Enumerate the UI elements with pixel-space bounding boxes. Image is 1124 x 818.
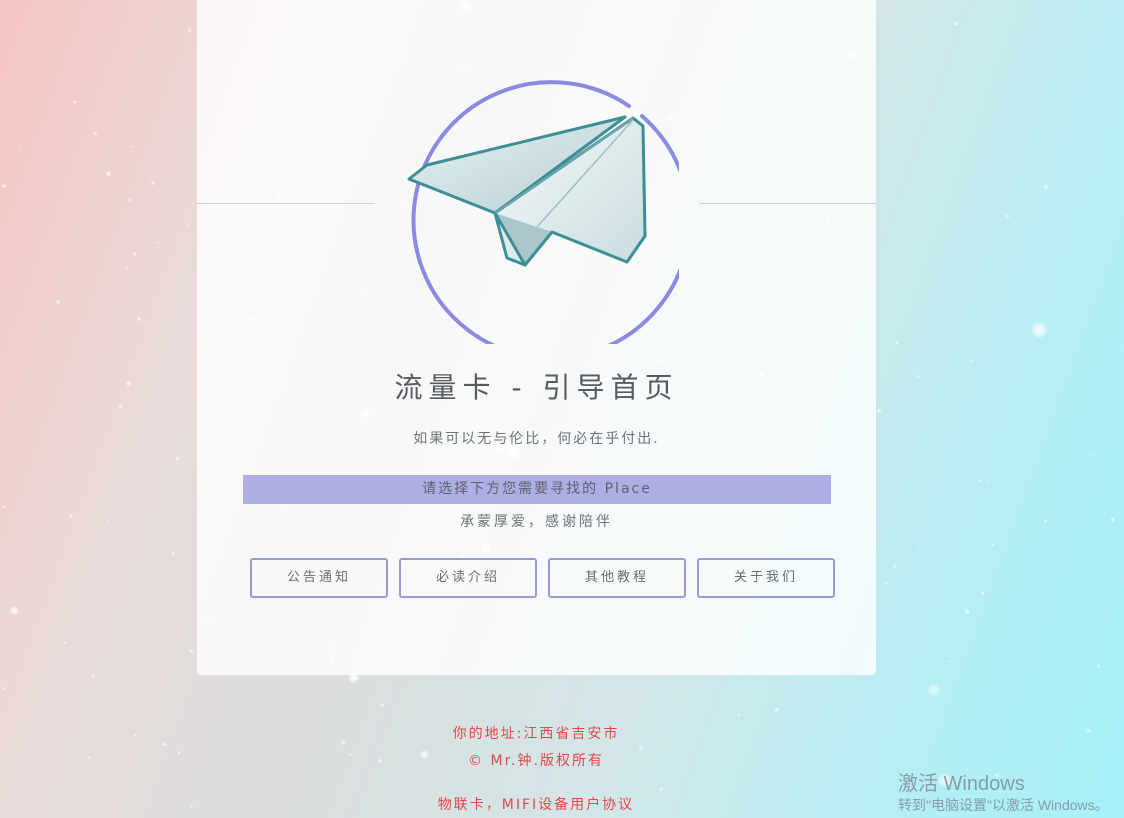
page-subtitle: 如果可以无与伦比，何必在乎付出. [413,431,660,447]
snowflake [117,403,124,409]
snowflake [1044,519,1048,523]
snowflake [127,197,132,202]
guide-card: 流量卡 - 引导首页 如果可以无与伦比，何必在乎付出. 请选择下方您需要寻找的 … [197,0,876,675]
snowflake [1030,321,1049,339]
snowflake [990,542,995,547]
must-read-button[interactable]: 必读介绍 [399,558,537,598]
snowflake [175,455,181,461]
snowflake [9,605,20,616]
snowflake [186,27,193,34]
divider-right [699,203,876,204]
snowflake [2,504,7,509]
snowflake [1043,184,1049,190]
snowflake [895,340,900,345]
snowflake [150,180,156,186]
snowflake [1,183,7,189]
snowflake [1,687,5,690]
snowflake [980,591,985,596]
nav-buttons: 公告通知 必读介绍 其他教程 关于我们 [250,558,835,598]
snowflake [105,170,112,177]
snowflake [90,672,97,679]
snowflake [916,546,920,549]
snowflake [1092,452,1095,456]
tutorials-button[interactable]: 其他教程 [548,558,686,598]
snowflake [170,551,176,557]
snowflake [25,184,28,187]
snowflake [948,659,952,663]
snowflake [954,21,960,27]
snowflake [68,513,74,519]
snowflake [63,641,67,645]
snowflake [130,145,134,148]
windows-activation-title: 激活 Windows [898,773,1025,795]
snowflake [379,703,385,708]
snowflake [969,358,973,363]
snowflake [72,100,77,105]
about-us-button[interactable]: 关于我们 [697,558,835,598]
snowflake [156,241,159,245]
snowflake [1085,728,1091,734]
snowflake [125,266,129,271]
snowflake [773,706,780,713]
snowflake [876,408,883,414]
snowflake [916,374,920,379]
snowflake [137,317,142,322]
snowflake [125,380,133,387]
snowflake [186,224,190,227]
snowflake [106,520,109,522]
prompt-banner: 请选择下方您需要寻找的 Place [243,475,831,504]
snowflake [188,648,194,654]
footer-address: 你的地址:江西省吉安市 [452,726,620,742]
snowflake [1110,517,1115,522]
windows-activation-hint: 转到"电脑设置"以激活 Windows。 [898,797,1109,813]
snowflake [132,251,138,257]
snowflake [737,713,741,717]
snowflake [986,480,990,484]
snowflake [885,582,888,585]
snowflake [93,131,98,136]
snowflake [964,608,971,615]
snowflake [892,563,898,570]
page-title: 流量卡 - 引导首页 [394,371,679,404]
snowflake [926,682,941,697]
snowflake [1096,664,1101,668]
announcement-button[interactable]: 公告通知 [250,558,388,598]
snowflake [1004,213,1011,219]
snowflake [658,786,664,792]
snowflake [978,478,983,483]
paper-plane-icon [407,80,679,344]
snowflake [19,148,22,151]
snowflake [55,299,61,305]
thanks-text: 承蒙厚爱，感谢陪伴 [460,514,613,530]
divider-left [197,203,375,204]
